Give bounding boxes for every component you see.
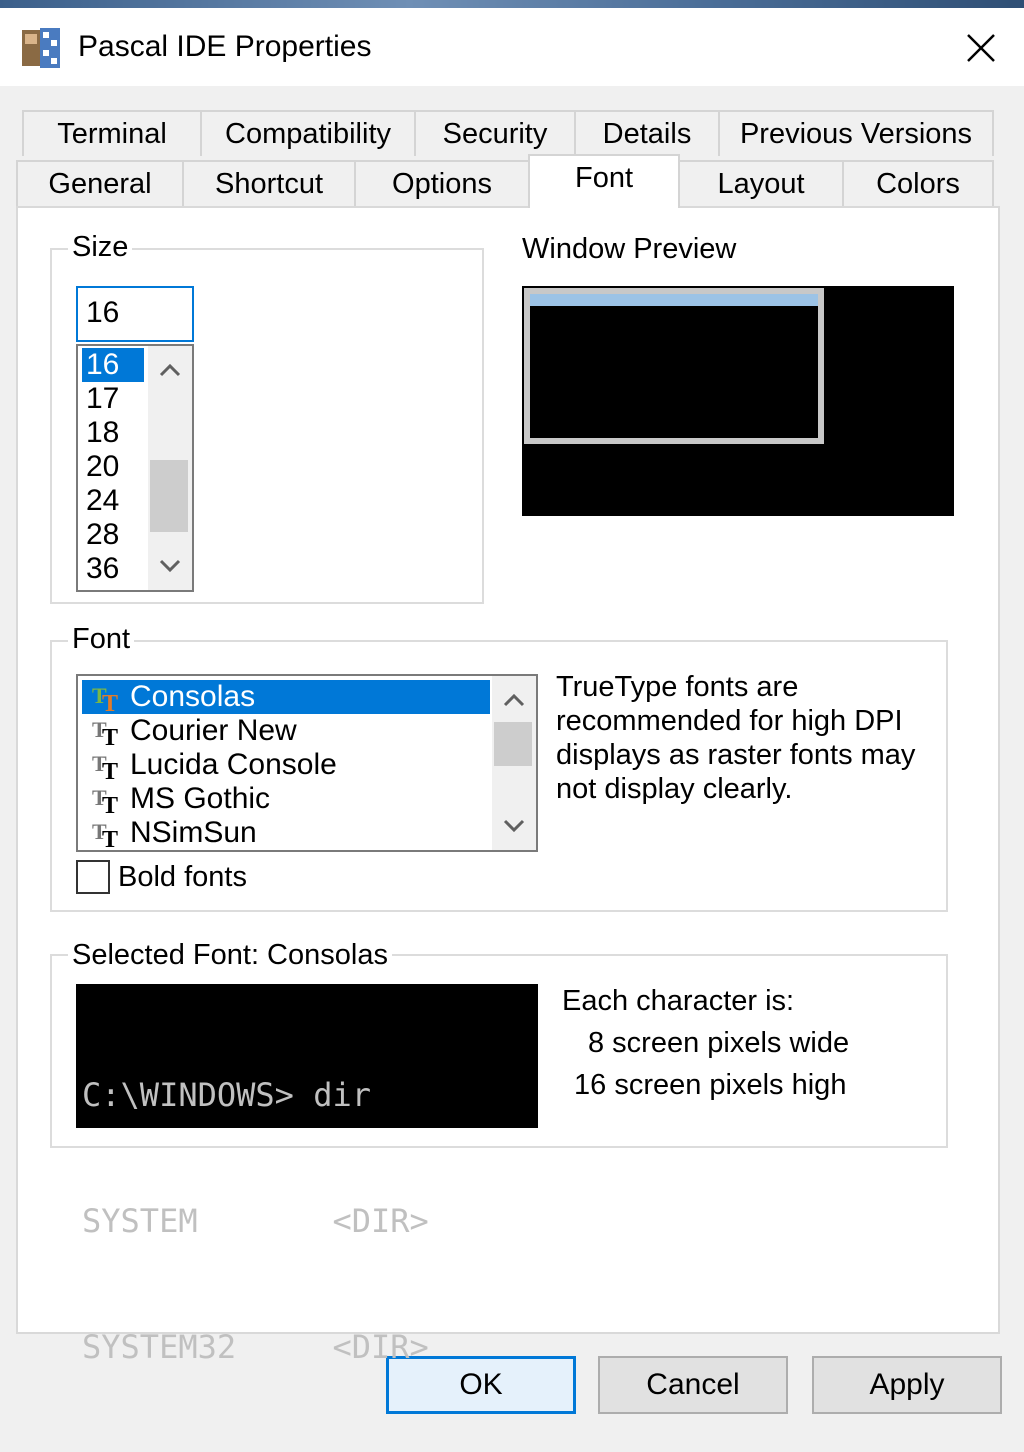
truetype-icon: T T (92, 683, 118, 713)
app-icon (22, 28, 60, 68)
tab-previous-versions[interactable]: Previous Versions (718, 110, 994, 156)
sample-line: C:\WINDOWS> dir (82, 1076, 371, 1114)
font-option-lucida-console[interactable]: T T Lucida Console (82, 748, 490, 782)
truetype-icon: T T (92, 785, 118, 815)
preview-title-bar (530, 294, 818, 306)
truetype-info-text: TrueType fonts are recommended for high … (556, 671, 916, 805)
chevron-down-icon (503, 819, 525, 833)
svg-text:T: T (102, 691, 118, 713)
font-tab-panel: Size 16 16 17 18 20 24 28 36 Window Prev… (16, 206, 1000, 1366)
size-option-18[interactable]: 18 (82, 416, 144, 450)
bold-fonts-checkbox[interactable] (76, 860, 110, 894)
font-name: Consolas (130, 680, 256, 713)
font-name: NSimSun (130, 816, 257, 849)
chevron-down-icon (159, 559, 181, 573)
close-icon (967, 34, 995, 62)
font-list-scroll-thumb[interactable] (494, 722, 532, 766)
bold-fonts-label: Bold fonts (118, 861, 247, 893)
scroll-down-arrow[interactable] (148, 546, 192, 586)
size-list[interactable]: 16 17 18 20 24 28 36 (76, 344, 194, 592)
size-option-16[interactable]: 16 (82, 348, 144, 382)
scroll-up-arrow[interactable] (492, 680, 536, 720)
tab-general[interactable]: General (16, 160, 184, 206)
tab-security[interactable]: Security (414, 110, 576, 156)
truetype-icon: T T (92, 751, 118, 781)
desktop-strip (0, 0, 1024, 8)
tab-font[interactable]: Font (528, 154, 680, 208)
font-option-consolas[interactable]: T T Consolas (82, 680, 490, 714)
font-sample-preview: C:\WINDOWS> dir SYSTEM <DIR> SYSTEM32 <D… (76, 984, 538, 1366)
size-list-scroll-thumb[interactable] (150, 460, 188, 532)
font-list-scrollbar[interactable] (492, 676, 536, 850)
svg-text:T: T (102, 759, 118, 781)
tab-terminal[interactable]: Terminal (22, 110, 202, 156)
tab-colors[interactable]: Colors (842, 160, 994, 206)
font-option-ms-gothic[interactable]: T T MS Gothic (82, 782, 490, 816)
sample-line: SYSTEM <DIR> (82, 1202, 429, 1240)
char-height-text: 16 screen pixels high (574, 1069, 847, 1101)
font-option-courier-new[interactable]: T T Courier New (82, 714, 490, 748)
size-list-scrollbar[interactable] (148, 346, 192, 590)
size-option-20[interactable]: 20 (82, 450, 144, 484)
scroll-up-arrow[interactable] (148, 350, 192, 390)
chevron-up-icon (503, 693, 525, 707)
font-name: MS Gothic (130, 782, 271, 815)
preview-console-window (524, 288, 824, 444)
chevron-up-icon (159, 363, 181, 377)
truetype-icon: T T (92, 717, 118, 747)
svg-text:T: T (102, 793, 118, 815)
tab-layout[interactable]: Layout (678, 160, 844, 206)
tab-options[interactable]: Options (354, 160, 530, 206)
close-button[interactable] (946, 18, 1016, 78)
font-option-nsimsun[interactable]: T T NSimSun (82, 816, 490, 850)
char-info-title: Each character is: (562, 985, 795, 1017)
window-preview (522, 286, 954, 516)
size-option-28[interactable]: 28 (82, 518, 144, 552)
size-option-24[interactable]: 24 (82, 484, 144, 518)
size-input[interactable]: 16 (76, 286, 194, 342)
char-width-text: 8 screen pixels wide (588, 1027, 850, 1059)
font-list[interactable]: T T Consolas T T Courier New T T Lucida … (76, 674, 538, 852)
truetype-icon: T T (92, 819, 118, 849)
font-name: Courier New (130, 714, 297, 747)
tab-details[interactable]: Details (574, 110, 720, 156)
size-option-17[interactable]: 17 (82, 382, 144, 416)
size-option-36[interactable]: 36 (82, 552, 144, 586)
window-title: Pascal IDE Properties (78, 30, 372, 63)
size-group-label: Size (68, 230, 133, 264)
cancel-button[interactable]: Cancel (598, 1356, 788, 1414)
tab-shortcut[interactable]: Shortcut (182, 160, 356, 206)
font-name: Lucida Console (130, 748, 337, 781)
svg-text:T: T (102, 827, 118, 849)
scroll-down-arrow[interactable] (492, 806, 536, 846)
apply-button[interactable]: Apply (812, 1356, 1002, 1414)
window-preview-label: Window Preview (522, 233, 737, 265)
font-group-label: Font (68, 622, 135, 656)
title-bar: Pascal IDE Properties (0, 8, 1024, 86)
selected-font-group-label: Selected Font: Consolas (68, 938, 392, 972)
svg-text:T: T (102, 725, 118, 747)
sample-line: SYSTEM32 <DIR> (82, 1328, 429, 1366)
tab-compatibility[interactable]: Compatibility (200, 110, 416, 156)
